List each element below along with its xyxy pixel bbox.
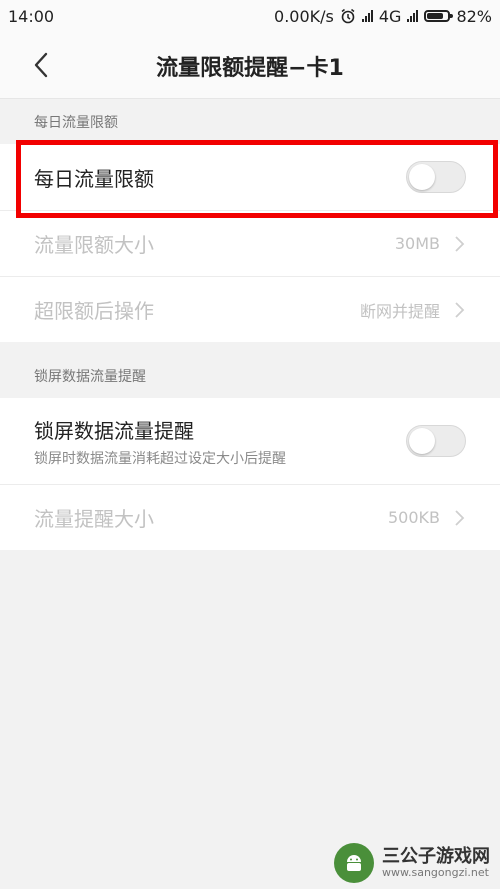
- status-indicators: 0.00K/s 4G 82%: [274, 7, 492, 26]
- card-daily: 每日流量限额 流量限额大小 30MB 超限额后操作 断网并提醒: [0, 144, 500, 342]
- watermark: 三公子游戏网 www.sangongzi.net: [334, 841, 490, 885]
- watermark-url: www.sangongzi.net: [382, 865, 489, 879]
- signal-icon-2: [407, 10, 419, 22]
- toggle-knob: [409, 428, 435, 454]
- daily-limit-toggle[interactable]: [406, 161, 466, 193]
- reminder-size-row[interactable]: 流量提醒大小 500KB: [0, 484, 500, 550]
- section-label-lockscreen: 锁屏数据流量提醒: [34, 369, 146, 385]
- watermark-name: 三公子游戏网: [382, 845, 490, 867]
- status-time: 14:00: [8, 6, 55, 26]
- watermark-text: 三公子游戏网 www.sangongzi.net: [382, 845, 490, 879]
- reminder-size-value: 500KB: [387, 508, 440, 527]
- lockscreen-reminder-label: 锁屏数据流量提醒: [34, 418, 194, 443]
- header-bar: 流量限额提醒−卡1: [0, 32, 500, 99]
- battery-icon: [424, 10, 454, 22]
- limit-size-value: 30MB: [394, 234, 440, 253]
- network-speed: 0.00K/s: [274, 6, 334, 26]
- over-limit-action-value: 断网并提醒: [359, 301, 440, 321]
- alarm-icon: [341, 8, 355, 24]
- android-logo-icon: [334, 843, 374, 883]
- signal-icon: [361, 10, 373, 22]
- over-limit-action-row[interactable]: 超限额后操作 断网并提醒: [0, 276, 500, 342]
- chevron-right-icon: [455, 509, 465, 526]
- over-limit-action-value-group: 断网并提醒: [360, 298, 466, 322]
- reminder-size-value-group: 500KB: [388, 508, 466, 527]
- lockscreen-reminder-subtitle: 锁屏时数据流量消耗超过设定大小后提醒: [34, 450, 286, 467]
- daily-limit-row[interactable]: 每日流量限额: [0, 144, 500, 210]
- lockscreen-reminder-row[interactable]: 锁屏数据流量提醒 锁屏时数据流量消耗超过设定大小后提醒: [0, 398, 500, 484]
- limit-size-row[interactable]: 流量限额大小 30MB: [0, 210, 500, 276]
- chevron-right-icon: [455, 301, 465, 318]
- daily-limit-label: 每日流量限额: [34, 166, 154, 191]
- reminder-size-label: 流量提醒大小: [34, 507, 154, 531]
- over-limit-action-label: 超限额后操作: [34, 299, 154, 323]
- battery-percent: 82%: [456, 6, 492, 26]
- page-title: 流量限额提醒−卡1: [156, 56, 344, 81]
- network-type: 4G: [378, 6, 402, 26]
- lockscreen-reminder-text: 锁屏数据流量提醒 锁屏时数据流量消耗超过设定大小后提醒: [34, 415, 286, 468]
- section-label-daily: 每日流量限额: [34, 115, 118, 131]
- card-lockscreen: 锁屏数据流量提醒 锁屏时数据流量消耗超过设定大小后提醒 流量提醒大小 500KB: [0, 398, 500, 550]
- battery-fill: [427, 13, 444, 19]
- status-bar: 14:00 0.00K/s 4G 82%: [0, 0, 500, 32]
- chevron-right-icon: [455, 235, 465, 252]
- robot-icon: [347, 855, 361, 871]
- limit-size-value-group: 30MB: [395, 234, 466, 253]
- limit-size-label: 流量限额大小: [34, 233, 154, 257]
- lockscreen-reminder-toggle[interactable]: [406, 425, 466, 457]
- toggle-knob: [409, 164, 435, 190]
